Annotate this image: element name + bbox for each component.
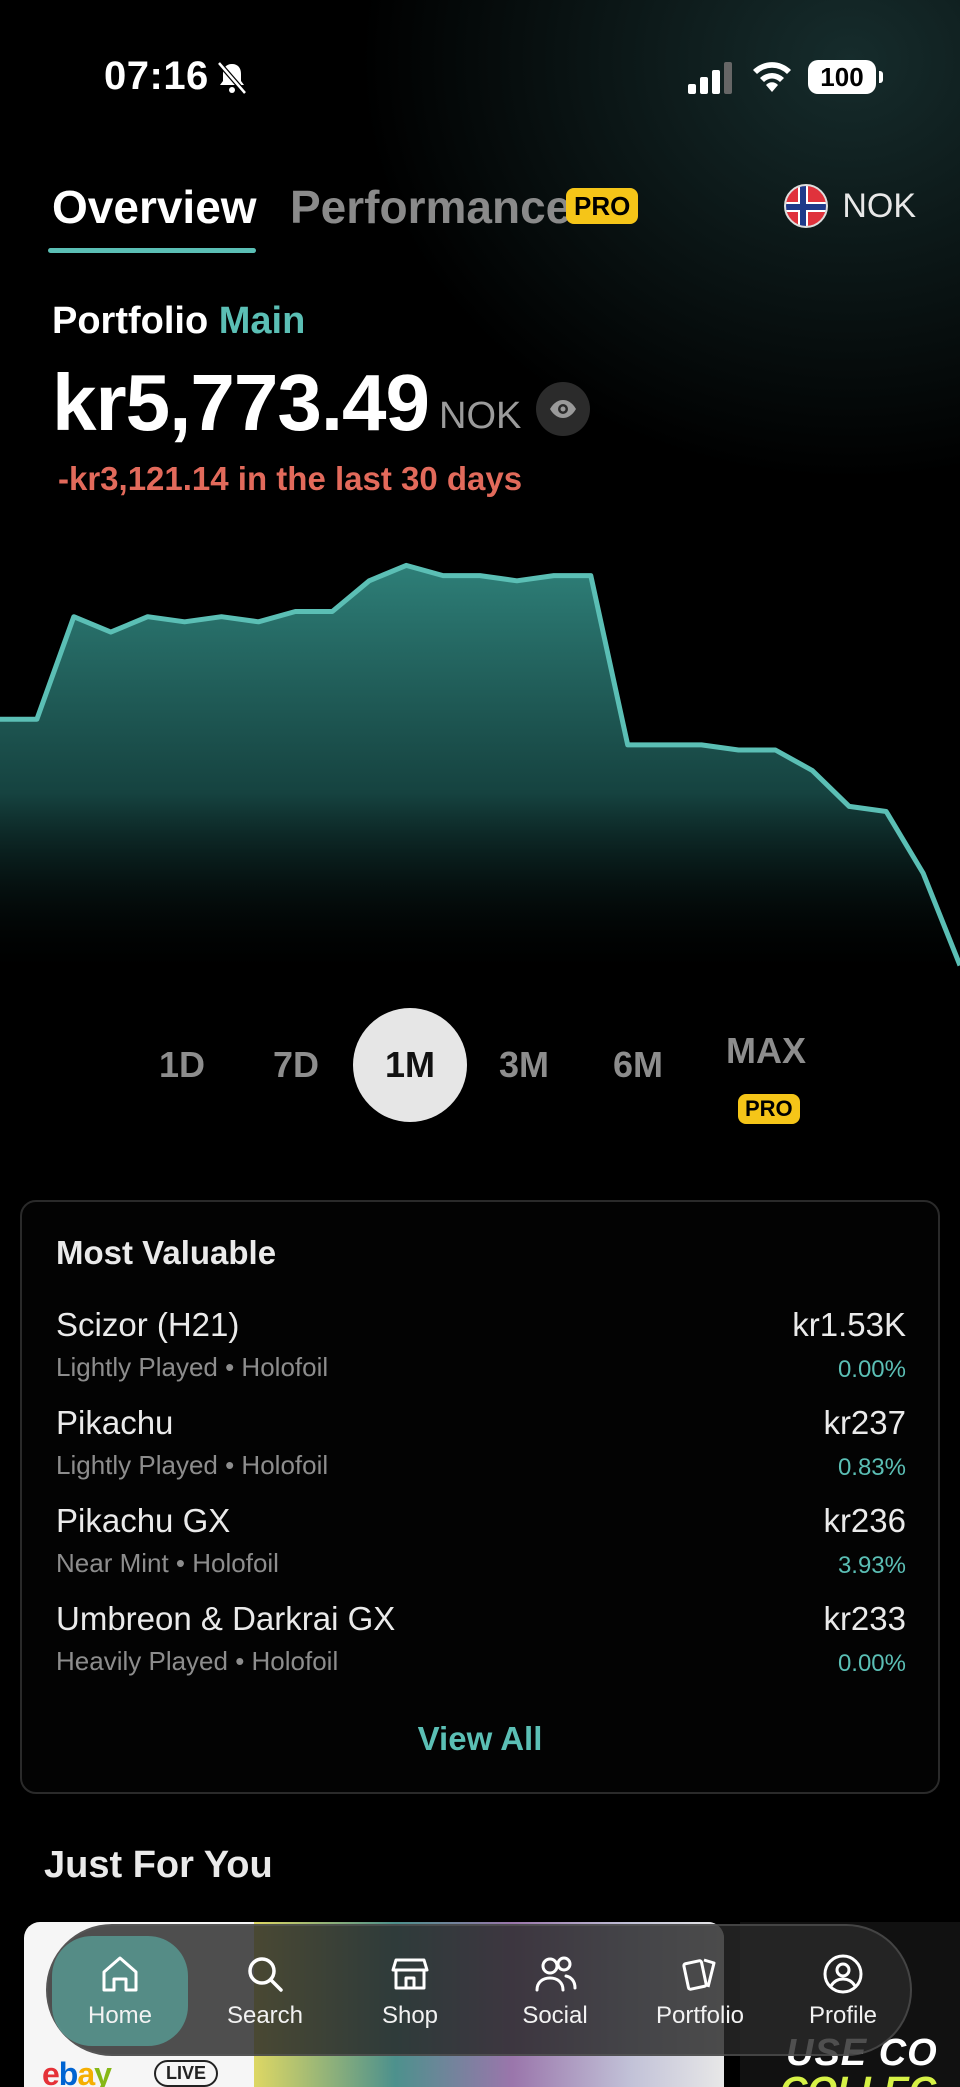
item-price: kr1.53K [792, 1306, 906, 1343]
social-icon [535, 1956, 577, 1992]
portfolio-value: kr5,773.49 [52, 358, 430, 447]
list-item[interactable]: Pikachu Lightly Played • Holofoil kr237 … [56, 1404, 906, 1494]
currency-selector[interactable]: NOK [784, 184, 916, 228]
nav-search-label: Search [226, 2002, 304, 2029]
portfolio-chart[interactable] [0, 530, 960, 980]
range-3m[interactable]: 3M [467, 1008, 581, 1122]
range-1m[interactable]: 1M [353, 1008, 467, 1122]
card-title: Most Valuable [56, 1234, 277, 1271]
nav-home-label: Home [87, 2002, 153, 2029]
item-price: kr233 [823, 1600, 906, 1637]
nav-home[interactable]: Home [52, 1936, 188, 2046]
nav-social[interactable]: Social [487, 1936, 623, 2046]
section-title-just-for-you: Just For You [44, 1844, 273, 1886]
list-item[interactable]: Pikachu GX Near Mint • Holofoil kr236 3.… [56, 1502, 906, 1592]
list-item[interactable]: Scizor (H21) Lightly Played • Holofoil k… [56, 1306, 906, 1396]
item-name: Scizor (H21) [56, 1306, 240, 1343]
profile-icon [823, 1954, 863, 1994]
nav-search[interactable]: Search [197, 1936, 333, 2046]
home-icon [102, 1956, 138, 1992]
toggle-visibility-button[interactable] [536, 382, 590, 436]
range-max[interactable]: MAX [709, 994, 823, 1108]
time-range-selector: 1D 7D 1M 3M 6M MAX [0, 1008, 960, 1128]
portfolio-value-currency: NOK [439, 395, 522, 437]
status-bar: 07:16 100 [0, 0, 960, 160]
item-price: kr236 [823, 1502, 906, 1539]
item-name: Pikachu [56, 1404, 174, 1441]
ebay-logo: ebay [42, 2056, 112, 2087]
nav-shop-label: Shop [381, 2002, 439, 2029]
status-time: 07:16 [104, 54, 209, 98]
shop-icon [391, 1958, 429, 1990]
portfolio-selector[interactable]: Portfolio Main [52, 300, 305, 343]
portfolio-change: -kr3,121.14 in the last 30 days [58, 460, 523, 497]
nav-profile[interactable]: Profile [775, 1936, 911, 2046]
live-badge: LIVE [154, 2060, 219, 2087]
norway-flag-icon [784, 184, 829, 228]
nav-portfolio-label: Portfolio [655, 2002, 745, 2029]
banner2-text-line2: COLLEC [780, 2070, 936, 2087]
item-details: Lightly Played • Holofoil [56, 1352, 329, 1382]
tab-performance[interactable]: Performance [290, 180, 571, 234]
item-name: Pikachu GX [56, 1502, 231, 1539]
portfolio-name: Main [218, 300, 306, 342]
item-change: 3.93% [837, 1552, 906, 1579]
item-change: 0.00% [837, 1650, 906, 1677]
item-details: Lightly Played • Holofoil [56, 1450, 329, 1480]
portfolio-label: Portfolio [52, 300, 209, 342]
item-change: 0.00% [837, 1356, 906, 1383]
range-7d[interactable]: 7D [239, 1008, 353, 1122]
range-1d[interactable]: 1D [125, 1008, 239, 1122]
nav-profile-label: Profile [808, 2002, 878, 2029]
signal-icon [688, 62, 732, 94]
nav-portfolio[interactable]: Portfolio [632, 1936, 768, 2046]
item-details: Heavily Played • Holofoil [56, 1646, 339, 1676]
item-details: Near Mint • Holofoil [56, 1548, 279, 1578]
item-name: Umbreon & Darkrai GX [56, 1600, 396, 1637]
bottom-navigation: Home Search Shop Social Portfolio Profil… [46, 1924, 912, 2056]
cards-icon [682, 1958, 716, 1991]
nav-social-label: Social [522, 2002, 588, 2029]
tab-overview[interactable]: Overview [52, 180, 257, 234]
search-icon [248, 1957, 283, 1992]
portfolio-value-row: kr5,773.49 NOK [52, 360, 521, 446]
wifi-icon [753, 62, 791, 92]
eye-icon [550, 400, 576, 418]
nav-shop[interactable]: Shop [342, 1936, 478, 2046]
item-change: 0.83% [837, 1454, 906, 1481]
range-6m[interactable]: 6M [581, 1008, 695, 1122]
list-item[interactable]: Umbreon & Darkrai GX Heavily Played • Ho… [56, 1600, 906, 1690]
item-price: kr237 [823, 1404, 906, 1441]
max-pro-badge: PRO [738, 1094, 800, 1124]
tab-active-indicator [48, 248, 256, 253]
most-valuable-card: Most Valuable Scizor (H21) Lightly Playe… [20, 1200, 940, 1794]
bell-muted-icon [217, 61, 247, 95]
top-tabs: Overview Performance PRO NOK [0, 180, 960, 260]
currency-label: NOK [842, 186, 916, 225]
battery-indicator: 100 [808, 60, 883, 94]
view-all-link[interactable]: View All [22, 1720, 938, 1758]
pro-badge: PRO [566, 188, 639, 224]
